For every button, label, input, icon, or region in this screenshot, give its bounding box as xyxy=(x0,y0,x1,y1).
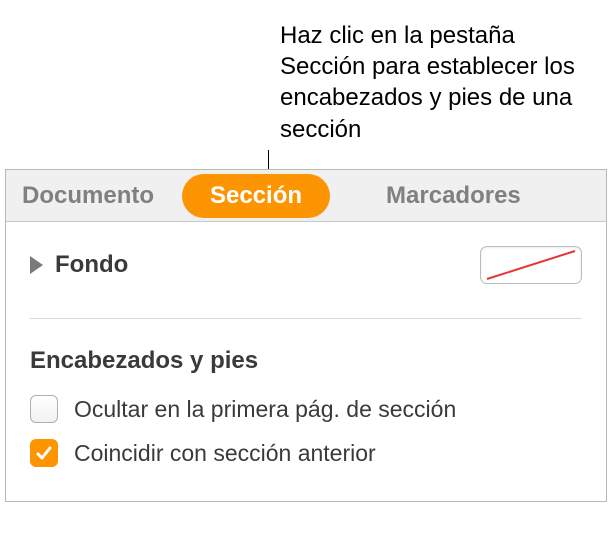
tab-bookmarks[interactable]: Marcadores xyxy=(366,170,541,221)
match-previous-label: Coincidir con sección anterior xyxy=(74,440,376,467)
background-label: Fondo xyxy=(55,251,128,279)
section-tab-content: Fondo Encabezados y pies Ocultar en la p… xyxy=(6,222,606,501)
hide-first-page-label: Ocultar en la primera pág. de sección xyxy=(74,396,456,423)
tab-document[interactable]: Documento xyxy=(6,170,182,221)
inspector-panel: Documento Sección Marcadores Fondo Encab… xyxy=(5,169,607,502)
match-previous-row: Coincidir con sección anterior xyxy=(30,439,582,467)
background-color-well[interactable] xyxy=(480,246,582,284)
match-previous-checkbox[interactable] xyxy=(30,439,58,467)
chevron-right-icon xyxy=(30,256,43,274)
tab-section[interactable]: Sección xyxy=(182,174,330,218)
hide-first-page-checkbox[interactable] xyxy=(30,395,58,423)
tab-bar: Documento Sección Marcadores xyxy=(6,170,606,222)
callout-text: Haz clic en la pestaña Sección para esta… xyxy=(280,20,590,145)
headers-footers-title: Encabezados y pies xyxy=(30,347,582,375)
hide-first-page-row: Ocultar en la primera pág. de sección xyxy=(30,395,582,423)
background-row: Fondo xyxy=(30,246,582,319)
background-disclosure[interactable]: Fondo xyxy=(30,251,128,279)
